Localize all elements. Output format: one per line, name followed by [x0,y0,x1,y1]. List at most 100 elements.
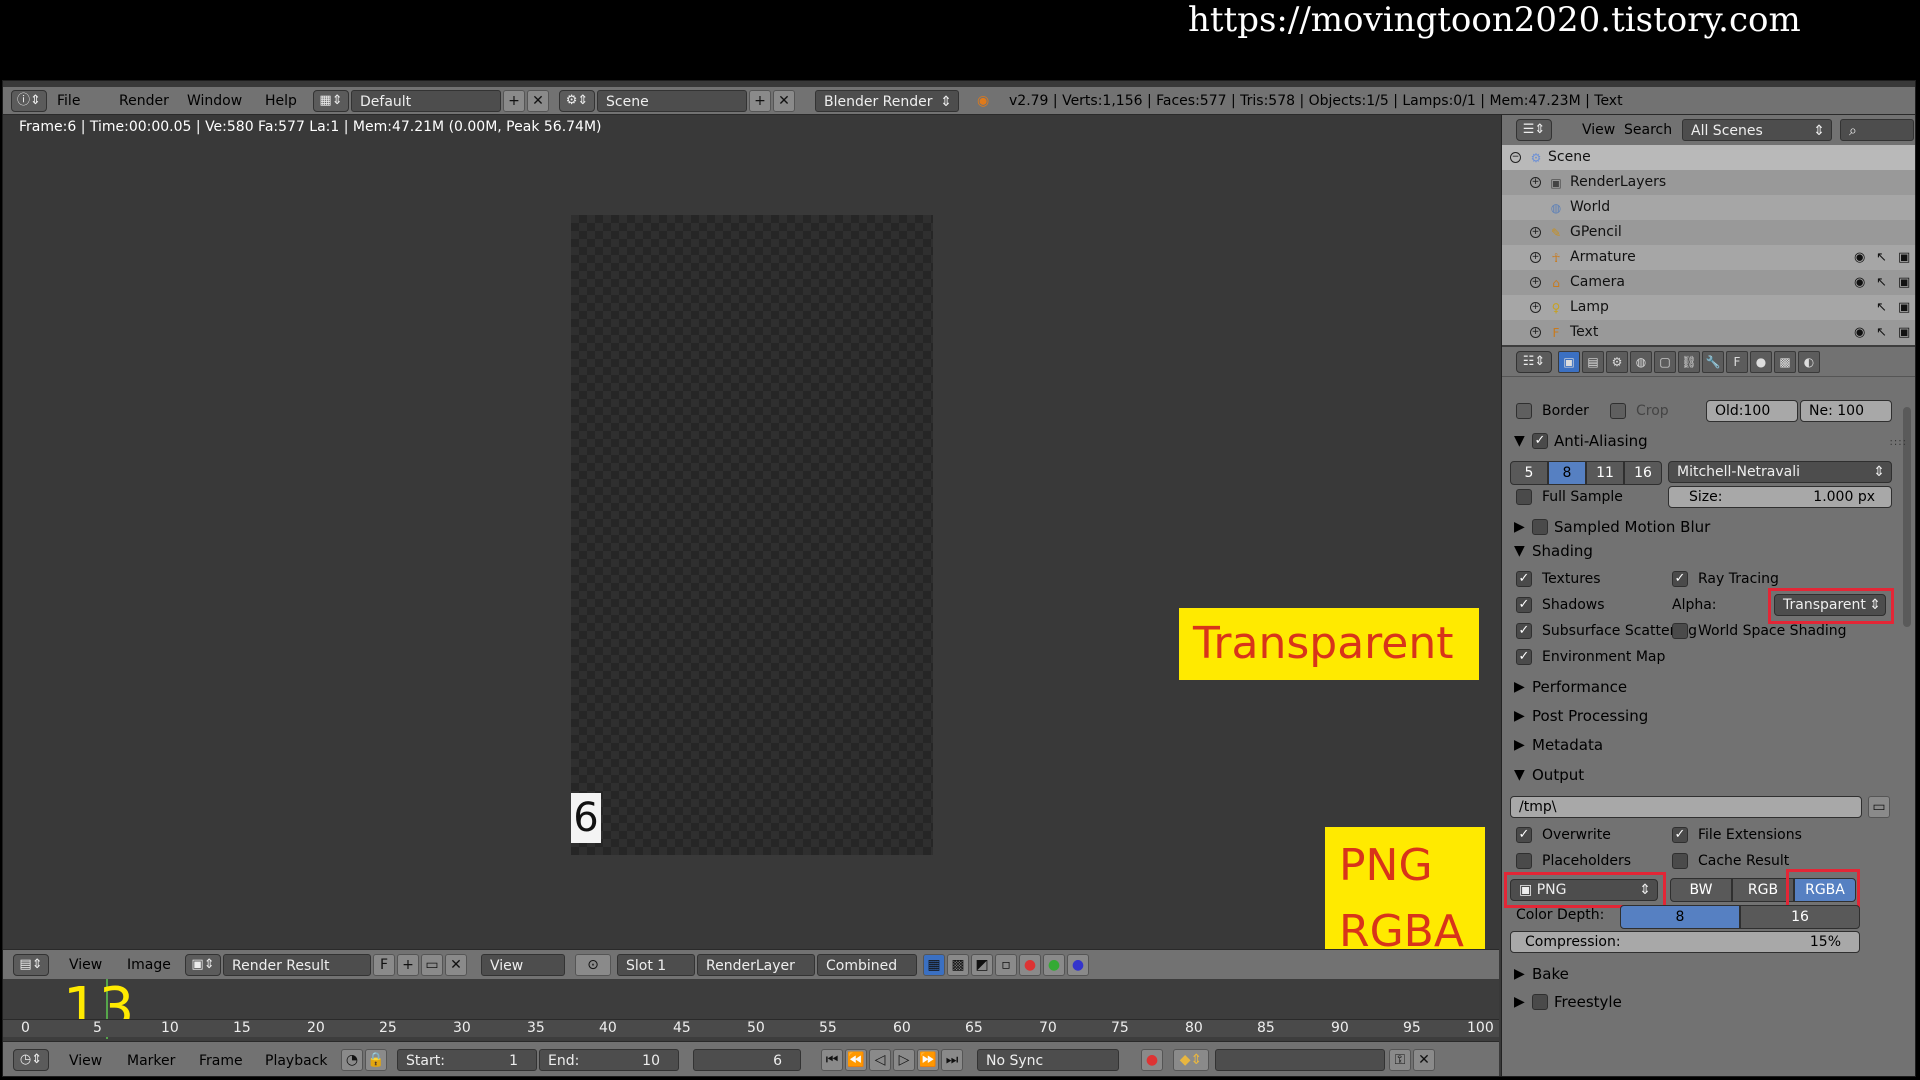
expand-icon[interactable]: + [1530,327,1541,338]
filter-size-field[interactable]: Size: 1.000 px [1668,486,1892,508]
lock-icon[interactable]: 🔒 [365,1049,387,1071]
expand-icon[interactable]: + [1530,252,1541,263]
tab-world[interactable]: ◍ [1630,351,1652,373]
outliner-row-text[interactable]: + F Text ◉ ↖ ▣ [1502,320,1915,345]
collapse-icon[interactable]: − [1510,152,1521,163]
output-title[interactable]: Output [1532,764,1584,786]
aa-filter-select[interactable]: Mitchell-Netravali ⇕ [1668,461,1892,483]
post-processing-title[interactable]: Post Processing [1532,705,1648,727]
start-frame-field[interactable]: Start: 1 [397,1049,537,1071]
remove-scene-icon[interactable]: ✕ [773,90,795,112]
panel-grip-icon[interactable]: :::: [1890,437,1907,448]
menu-help[interactable]: Help [265,91,297,111]
outliner-row-world[interactable]: ◍ World [1502,195,1915,220]
alpha-checker-icon[interactable]: ▩ [947,954,969,976]
file-extensions-checkbox[interactable]: ✓ [1672,827,1688,843]
view-mode-select[interactable]: View [481,954,565,976]
aa-sample-11[interactable]: 11 [1586,461,1624,485]
metadata-title[interactable]: Metadata [1532,734,1603,756]
outliner-row-renderlayers[interactable]: + ▣ RenderLayers [1502,170,1915,195]
environment-map-checkbox[interactable]: ✓ [1516,649,1532,665]
sampled-motion-blur-title[interactable]: Sampled Motion Blur [1554,516,1710,538]
outliner-row-lamp[interactable]: + ♀ Lamp ↖ ▣ [1502,295,1915,320]
placeholders-checkbox[interactable] [1516,853,1532,869]
tab-texture[interactable]: ▩ [1774,351,1796,373]
play-icon[interactable]: ▷ [893,1049,915,1071]
new-image-icon[interactable]: + [397,954,419,976]
bake-title[interactable]: Bake [1532,963,1569,985]
end-frame-field[interactable]: End: 10 [539,1049,679,1071]
expand-icon[interactable]: + [1530,302,1541,313]
tab-material[interactable]: ● [1750,351,1772,373]
tab-physics[interactable]: ◐ [1798,351,1820,373]
timeline-menu-marker[interactable]: Marker [127,1051,175,1071]
color-depth-16[interactable]: 16 [1740,905,1860,929]
expand-arrow-icon[interactable]: ▶ [1514,734,1525,756]
outliner-row-armature[interactable]: + ☥ Armature ◉ ↖ ▣ [1502,245,1915,270]
shading-title[interactable]: Shading [1532,540,1593,562]
render-camera-icon[interactable]: ▣ [1898,320,1910,345]
jump-keyframe-forward-icon[interactable]: ⏩ [917,1049,939,1071]
render-camera-icon[interactable]: ▣ [1898,295,1910,320]
new-frame-field[interactable]: Ne: 100 [1800,400,1892,422]
screen-layout-icon[interactable]: ▦⇕ [313,90,349,112]
border-checkbox[interactable] [1516,403,1532,419]
select-arrow-icon[interactable]: ↖ [1876,245,1887,270]
keying-set-icon[interactable]: ◆⇕ [1173,1049,1209,1071]
green-channel-icon[interactable]: ● [1043,954,1065,976]
red-channel-icon[interactable]: ● [1019,954,1041,976]
timeline-editor-type-icon[interactable]: ◷⇕ [13,1049,49,1071]
tab-render[interactable]: ▣ [1558,351,1580,373]
timeline-menu-frame[interactable]: Frame [199,1051,243,1071]
expand-arrow-icon[interactable]: ▶ [1514,705,1525,727]
full-sample-checkbox[interactable] [1516,489,1532,505]
tab-render-layers[interactable]: ▤ [1582,351,1604,373]
expand-icon[interactable]: + [1530,277,1541,288]
image-name-field[interactable]: Render Result [223,954,371,976]
alpha-only-icon[interactable]: ◩ [971,954,993,976]
motion-blur-checkbox[interactable] [1532,519,1548,535]
ray-tracing-checkbox[interactable]: ✓ [1672,571,1688,587]
textures-checkbox[interactable]: ✓ [1516,571,1532,587]
slot-select[interactable]: Slot 1 [617,954,695,976]
freestyle-title[interactable]: Freestyle [1554,991,1622,1013]
expand-icon[interactable]: + [1530,227,1541,238]
outliner-scope-select[interactable]: All Scenes ⇕ [1682,119,1832,141]
jump-end-icon[interactable]: ⏭ [941,1049,963,1071]
timeline-menu-view[interactable]: View [69,1051,102,1071]
select-arrow-icon[interactable]: ↖ [1876,320,1887,345]
render-camera-icon[interactable]: ▣ [1898,245,1910,270]
color-depth-8[interactable]: 8 [1620,905,1740,929]
blue-channel-icon[interactable]: ● [1067,954,1089,976]
outliner-row-camera[interactable]: + ⌂ Camera ◉ ↖ ▣ [1502,270,1915,295]
outliner-menu-view[interactable]: View [1582,120,1615,140]
tab-modifiers[interactable]: 🔧 [1702,351,1724,373]
pivot-icon[interactable]: ⊙ [575,954,611,976]
freestyle-checkbox[interactable] [1532,994,1548,1010]
tab-object[interactable]: ▢ [1654,351,1676,373]
play-reverse-icon[interactable]: ◁ [869,1049,891,1071]
keying-set-field[interactable] [1215,1049,1385,1071]
world-space-shading-checkbox[interactable] [1672,623,1688,639]
remove-layout-icon[interactable]: ✕ [527,90,549,112]
visibility-eye-icon[interactable]: ◉ [1854,320,1865,345]
outliner-search-input[interactable]: ⌕ [1840,119,1914,141]
outliner-row-scene[interactable]: − ⚙ Scene [1502,145,1915,170]
collapse-arrow-icon[interactable]: ▼ [1514,764,1525,786]
jump-start-icon[interactable]: ⏮ [821,1049,843,1071]
unlink-image-icon[interactable]: ✕ [445,954,467,976]
insert-keyframe-icon[interactable]: ⚿ [1389,1049,1411,1071]
color-mode-bw[interactable]: BW [1670,878,1732,902]
menu-window[interactable]: Window [187,91,242,111]
menu-file[interactable]: File [57,91,80,111]
overwrite-checkbox[interactable]: ✓ [1516,827,1532,843]
delete-keyframe-icon[interactable]: ✕ [1413,1049,1435,1071]
current-frame-field[interactable]: 6 [693,1049,801,1071]
performance-title[interactable]: Performance [1532,676,1627,698]
tab-constraints[interactable]: ⛓ [1678,351,1700,373]
crop-checkbox[interactable] [1610,403,1626,419]
aa-sample-16[interactable]: 16 [1624,461,1662,485]
z-buffer-icon[interactable]: ▫ [995,954,1017,976]
old-frame-field[interactable]: Old:100 [1706,400,1798,422]
output-path-input[interactable]: /tmp\ [1510,796,1862,818]
